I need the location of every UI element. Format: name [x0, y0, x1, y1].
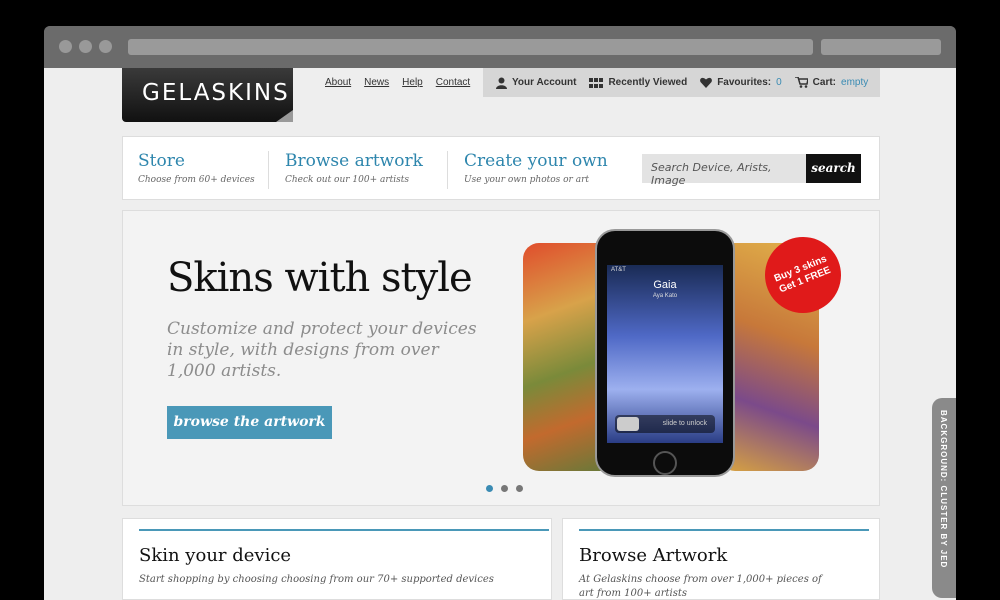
phone-unlock-slider: slide to unlock	[615, 415, 715, 433]
phone-carrier: AT&T	[611, 267, 626, 273]
unlock-text: slide to unlock	[662, 420, 707, 427]
panel-title[interactable]: Skin your device	[139, 545, 291, 566]
window-maximize-dot[interactable]	[99, 40, 112, 53]
hero-title: Skins with style	[167, 255, 473, 301]
nav-title: Store	[138, 151, 185, 171]
nav-subtitle: Choose from 60+ devices	[138, 175, 255, 185]
about-link[interactable]: About	[325, 77, 351, 88]
recently-viewed-label: Recently Viewed	[608, 77, 688, 88]
panel-title[interactable]: Browse Artwork	[579, 545, 727, 566]
phone-screen: AT&T Gaia Aya Kato slide to unlock	[607, 265, 723, 443]
hero-banner: Skins with style Customize and protect y…	[122, 210, 880, 506]
phone-skin-name: Gaia	[653, 279, 677, 291]
slide-pagination	[486, 485, 523, 492]
phone-skin-artist: Aya Kato	[652, 293, 678, 299]
help-link[interactable]: Help	[402, 77, 423, 88]
grid-icon	[589, 77, 604, 88]
address-bar[interactable]	[128, 39, 813, 55]
site-logo[interactable]: GELASKINS	[122, 68, 293, 122]
your-account-link[interactable]: Your Account	[496, 77, 576, 89]
cart-label: Cart:	[812, 77, 837, 88]
user-icon	[496, 77, 507, 89]
nav-title: Create your own	[464, 151, 608, 171]
window-minimize-dot[interactable]	[79, 40, 92, 53]
nav-divider	[268, 151, 269, 189]
nav-subtitle: Use your own photos or art	[464, 175, 589, 185]
your-account-label: Your Account	[512, 77, 577, 88]
nav-title: Browse artwork	[285, 151, 423, 171]
nav-subtitle: Check out our 100+ artists	[285, 175, 410, 185]
browse-artwork-button[interactable]: browse the artwork	[167, 406, 332, 439]
cart-icon	[794, 77, 808, 88]
heart-icon	[700, 77, 713, 88]
contact-link[interactable]: Contact	[436, 77, 470, 88]
slide-dot[interactable]	[486, 485, 493, 492]
slide-dot[interactable]	[516, 485, 523, 492]
top-links: About News Help Contact	[325, 77, 470, 88]
panel-accent-bar	[139, 529, 549, 531]
favourites-link[interactable]: Favourites: 0	[700, 77, 782, 88]
panel-subtitle: Start shopping by choosing choosing from…	[139, 574, 494, 585]
favourites-count: 0	[776, 77, 782, 88]
background-credit-text: BACKGROUND: CLUSTER BY JED	[939, 410, 948, 569]
nav-item-store[interactable]: Store Choose from 60+ devices	[138, 151, 255, 185]
cart-link[interactable]: Cart: empty	[794, 77, 869, 88]
favourites-label: Favourites:	[717, 77, 772, 88]
panel-accent-bar	[579, 529, 869, 531]
skin-device-panel: Skin your device Start shopping by choos…	[122, 518, 552, 600]
main-nav: Store Choose from 60+ devices Browse art…	[122, 136, 880, 200]
web-page: GELASKINS About News Help Contact Your A…	[44, 68, 956, 600]
logo-text: GELASKINS	[142, 80, 290, 106]
phone-center-image: AT&T Gaia Aya Kato slide to unlock	[595, 229, 735, 477]
account-bar: Your Account Recently Viewed Favourites:…	[483, 68, 880, 97]
browser-search-bar[interactable]	[821, 39, 941, 55]
search-button[interactable]: search	[806, 154, 861, 183]
news-link[interactable]: News	[364, 77, 389, 88]
phone-home-button	[653, 451, 677, 475]
unlock-knob	[617, 417, 639, 431]
browse-artwork-panel: Browse Artwork At Gelaskins choose from …	[562, 518, 880, 600]
background-credit-tab[interactable]: BACKGROUND: CLUSTER BY JED	[932, 398, 956, 598]
browser-toolbar	[44, 26, 956, 68]
nav-divider	[447, 151, 448, 189]
search-input[interactable]: Search Device, Arists, Image	[642, 154, 806, 187]
hero-text: Customize and protect your devices in st…	[167, 319, 477, 381]
recently-viewed-link[interactable]: Recently Viewed	[589, 77, 687, 88]
window-close-dot[interactable]	[59, 40, 72, 53]
slide-dot[interactable]	[501, 485, 508, 492]
nav-item-create-your-own[interactable]: Create your own Use your own photos or a…	[464, 151, 608, 185]
nav-item-browse-artwork[interactable]: Browse artwork Check out our 100+ artist…	[285, 151, 423, 185]
cart-value: empty	[841, 77, 869, 88]
browser-window: GELASKINS About News Help Contact Your A…	[44, 26, 956, 600]
panel-subtitle: At Gelaskins choose from over 1,000+ pie…	[579, 574, 822, 599]
